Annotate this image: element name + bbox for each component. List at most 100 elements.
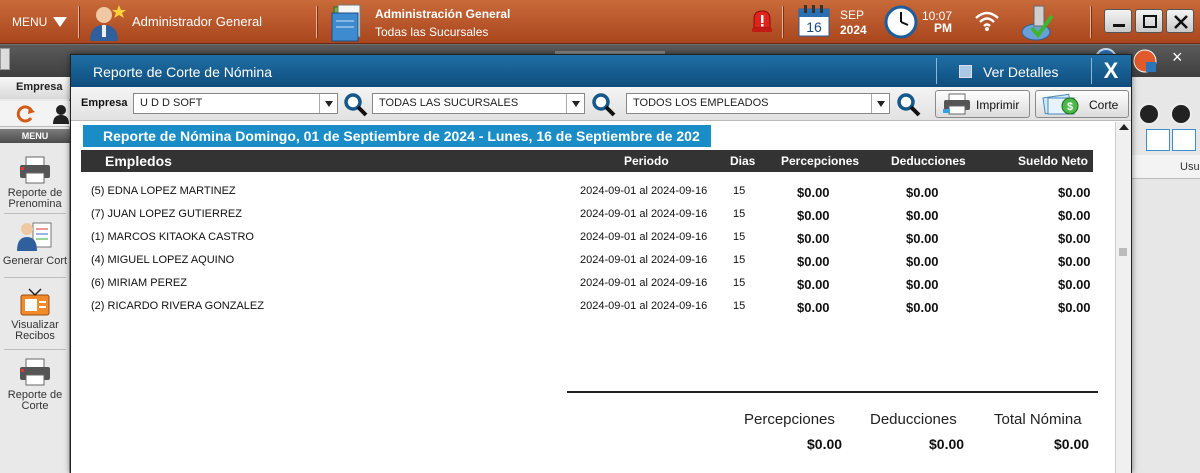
- cell-periodo: 2024-09-01 al 2024-09-16: [580, 185, 708, 197]
- cell-empleado: (7) JUAN LOPEZ GUTIERREZ: [91, 208, 242, 220]
- table-row[interactable]: (1) MARCOS KITAOKA CASTRO 2024-09-01 al …: [81, 226, 1093, 249]
- magnifier-icon[interactable]: [896, 92, 922, 118]
- generar-corte-item[interactable]: Generar Cort: [0, 219, 70, 267]
- divider: [936, 58, 937, 84]
- dialog-title: Reporte de Corte de Nómina: [93, 64, 272, 80]
- svg-text:$: $: [1067, 101, 1073, 113]
- printer-icon: [943, 93, 970, 115]
- strip-close-icon[interactable]: ×: [1172, 47, 1183, 68]
- divider: [4, 277, 66, 278]
- left-toolbar: [0, 101, 70, 127]
- printer-icon: [20, 156, 50, 184]
- divider: [316, 6, 318, 38]
- alert-icon[interactable]: [750, 8, 774, 34]
- divider: [1090, 6, 1092, 38]
- chevron-down-icon: [325, 101, 333, 107]
- wifi-icon[interactable]: [974, 10, 1000, 32]
- maximize-button[interactable]: [1135, 9, 1163, 33]
- top-bar: MENU Administrador General Administració…: [0, 0, 1200, 44]
- nav-last-icon[interactable]: [1170, 103, 1192, 125]
- user-report-icon: [17, 222, 52, 251]
- admin-title[interactable]: Administración General: [375, 7, 510, 21]
- tab-empresa[interactable]: Empresa: [0, 77, 70, 99]
- clock-icon[interactable]: [884, 5, 918, 39]
- minimize-button[interactable]: [1104, 9, 1132, 33]
- reporte-corte-item[interactable]: Reporte de Corte: [0, 357, 70, 412]
- divider: [4, 349, 66, 350]
- generar-corte-label: Generar Cort: [2, 255, 68, 267]
- magnifier-icon[interactable]: [591, 92, 617, 118]
- menu-dropdown-icon: [53, 17, 68, 27]
- user-icon: [90, 5, 126, 41]
- calendar-year: 2024: [840, 23, 867, 37]
- network-icon[interactable]: [1018, 2, 1056, 42]
- visualizar-recibos-label: Visualizar Recibos: [11, 319, 59, 342]
- empleados-select[interactable]: TODOS LOS EMPLEADOS: [626, 93, 890, 114]
- cell-sueldo-neto: $0.00: [1058, 300, 1091, 315]
- total-percepciones-label: Percepciones: [744, 411, 835, 428]
- close-icon: [1174, 15, 1188, 29]
- cell-empleado: (5) EDNA LOPEZ MARTINEZ: [91, 185, 236, 197]
- table-row[interactable]: (7) JUAN LOPEZ GUTIERREZ 2024-09-01 al 2…: [81, 203, 1093, 226]
- left-menu-header: MENU: [0, 129, 70, 143]
- cell-deducciones: $0.00: [906, 231, 939, 246]
- dialog-close-button[interactable]: X: [1099, 58, 1123, 84]
- calendar-icon[interactable]: 16: [797, 4, 831, 38]
- printer-icon: [20, 358, 50, 386]
- empresa-select[interactable]: U D D SOFT: [133, 93, 338, 114]
- cell-percepciones: $0.00: [797, 300, 830, 315]
- report-scrollbar[interactable]: [1115, 122, 1131, 473]
- cell-empleado: (4) MIGUEL LOPEZ AQUINO: [91, 254, 235, 266]
- cell-sueldo-neto: $0.00: [1058, 231, 1091, 246]
- total-nomina-label: Total Nómina: [994, 411, 1082, 428]
- scroll-thumb[interactable]: [1119, 248, 1127, 256]
- ver-detalles-button[interactable]: Ver Detalles: [983, 64, 1058, 80]
- download-icon[interactable]: [1132, 48, 1158, 74]
- calendar-month: SEP: [840, 8, 865, 22]
- tv-receipt-icon: [20, 288, 50, 316]
- visualizar-recibos-item[interactable]: Visualizar Recibos: [0, 287, 70, 342]
- close-app-button[interactable]: [1166, 9, 1194, 33]
- table-row[interactable]: (5) EDNA LOPEZ MARTINEZ 2024-09-01 al 20…: [81, 180, 1093, 203]
- total-nomina-value: $0.00: [1054, 436, 1090, 452]
- table-row[interactable]: (6) MIRIAM PEREZ 2024-09-01 al 2024-09-1…: [81, 272, 1093, 295]
- background-field[interactable]: [1146, 129, 1170, 151]
- table-row[interactable]: (2) RICARDO RIVERA GONZALEZ 2024-09-01 a…: [81, 295, 1093, 318]
- cell-deducciones: $0.00: [906, 277, 939, 292]
- column-percepciones: Percepciones: [781, 154, 860, 168]
- details-checkbox[interactable]: [959, 65, 972, 78]
- column-dias: Dias: [730, 154, 756, 168]
- user-small-icon[interactable]: [52, 104, 70, 124]
- scroll-up-icon[interactable]: [1119, 124, 1129, 130]
- chevron-down-icon: [877, 101, 885, 107]
- total-percepciones-value: $0.00: [807, 436, 843, 452]
- reporte-corte-label: Reporte de Corte: [7, 389, 63, 412]
- refresh-icon[interactable]: [16, 104, 36, 124]
- cell-empleado: (1) MARCOS KITAOKA CASTRO: [91, 231, 254, 243]
- report-dialog: Reporte de Corte de Nómina Ver Detalles …: [70, 54, 1132, 473]
- time-ampm: PM: [934, 21, 952, 35]
- panel-collapse-handle[interactable]: [0, 48, 10, 70]
- user-name[interactable]: Administrador General: [132, 14, 262, 29]
- background-field[interactable]: [1172, 129, 1196, 151]
- imprimir-button[interactable]: Imprimir: [935, 90, 1030, 118]
- reporte-prenomina-label: Reporte de Prenomina: [7, 187, 63, 210]
- cell-percepciones: $0.00: [797, 208, 830, 223]
- report-body: Reporte de Nómina Domingo, 01 de Septiem…: [71, 122, 1115, 473]
- menu-button[interactable]: MENU: [12, 15, 68, 29]
- column-deducciones: Deducciones: [891, 154, 966, 168]
- menu-label: MENU: [12, 15, 48, 29]
- divider: [1091, 58, 1092, 84]
- sucursal-select[interactable]: TODAS LAS SUCURSALES: [372, 93, 585, 114]
- reporte-prenomina-item[interactable]: Reporte de Prenomina: [0, 155, 70, 210]
- corte-button[interactable]: $ Corte: [1035, 90, 1129, 118]
- cell-dias: 15: [733, 208, 746, 220]
- magnifier-icon[interactable]: [343, 92, 369, 118]
- cell-deducciones: $0.00: [906, 185, 939, 200]
- cell-dias: 15: [733, 185, 746, 197]
- dialog-header: Reporte de Corte de Nómina Ver Detalles …: [71, 55, 1131, 87]
- empleados-value: TODOS LOS EMPLEADOS: [633, 97, 769, 109]
- total-deducciones-value: $0.00: [929, 436, 965, 452]
- table-row[interactable]: (4) MIGUEL LOPEZ AQUINO 2024-09-01 al 20…: [81, 249, 1093, 272]
- nav-next-icon[interactable]: [1138, 103, 1160, 125]
